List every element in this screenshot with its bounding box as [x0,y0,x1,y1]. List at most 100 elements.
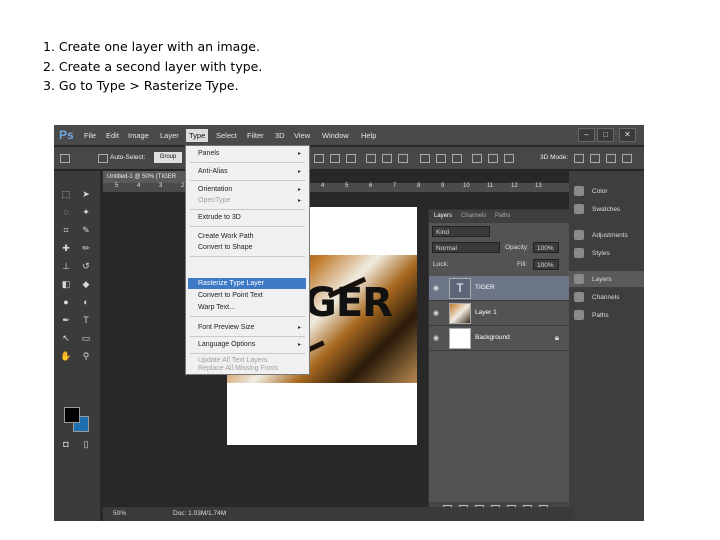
menu-item-anti-alias[interactable]: Anti-Alias [198,168,228,175]
move-tool-icon[interactable] [60,154,70,163]
visibility-eye-icon[interactable]: ◉ [433,309,439,317]
submenu-arrow-icon: ▸ [297,169,301,175]
menu-item-panels[interactable]: Panels [198,150,219,157]
magic-wand-icon[interactable]: ✦ [80,207,92,217]
align-left-icon[interactable] [366,154,376,163]
maximize-button[interactable]: □ [597,128,614,142]
menu-item-replace-missing-fonts[interactable]: Replace All Missing Fonts [198,365,278,372]
menu-item-rasterize-type-layer[interactable]: Rasterize Type Layer [198,280,264,287]
clone-stamp-icon[interactable]: ⊥ [60,261,72,271]
menu-item-warp-text[interactable]: Warp Text... [198,304,235,311]
dock-channels[interactable]: Channels [569,289,644,305]
distribute-center-icon[interactable] [488,154,498,163]
fill-input[interactable]: 100% [533,259,559,270]
layer-row-tiger[interactable]: ◉ T TIGER [429,276,569,301]
menu-filter[interactable]: Filter [247,131,264,140]
menu-image[interactable]: Image [128,131,149,140]
menu-item-language-options[interactable]: Language Options [198,341,255,348]
dock-layers[interactable]: Layers [569,271,644,287]
dock-color[interactable]: Color [569,183,644,199]
dock-label: Adjustments [592,232,628,239]
menu-item-convert-to-shape[interactable]: Convert to Shape [198,244,252,251]
move-tool-icon[interactable]: ➤ [80,189,92,199]
dodge-tool-icon[interactable]: ◐ [80,297,92,307]
layer-filter-select[interactable]: Kind [432,226,490,237]
align-middle-icon[interactable] [330,154,340,163]
document-tab[interactable]: Untitled-1 @ 50% (TIGER [103,171,187,183]
menu-item-opentype[interactable]: OpenType [198,197,230,204]
layer-row-background[interactable]: ◉ Background 🔒︎ [429,326,569,351]
quick-mask-icon[interactable]: ◘ [60,439,72,449]
dock-label: Paths [592,312,609,319]
marquee-tool-icon[interactable]: ⬚ [60,189,72,199]
eyedropper-icon[interactable]: ✎ [80,225,92,235]
visibility-eye-icon[interactable]: ◉ [433,334,439,342]
menu-file[interactable]: File [84,131,96,140]
blend-mode-select[interactable]: Normal [432,242,500,253]
crop-tool-icon[interactable]: ⌗ [60,225,72,235]
distribute-bottom-icon[interactable] [452,154,462,163]
submenu-arrow-icon: ▸ [297,325,301,331]
menu-divider [190,209,305,210]
brush-tool-icon[interactable]: ✏ [80,243,92,253]
pen-tool-icon[interactable]: ✒ [60,315,72,325]
tab-layers[interactable]: Layers [434,213,452,219]
type-tool-icon[interactable]: T [80,315,92,325]
ruler-tick: 5 [115,183,119,189]
menu-type[interactable]: Type [186,129,209,142]
align-center-icon[interactable] [382,154,392,163]
auto-select-checkbox[interactable] [98,154,108,163]
hand-tool-icon[interactable]: ✋ [60,351,72,361]
distribute-left-icon[interactable] [472,154,482,163]
close-button[interactable]: ✕ [619,128,636,142]
visibility-eye-icon[interactable]: ◉ [433,284,439,292]
menu-help[interactable]: Help [361,131,376,140]
eraser-icon[interactable]: ◧ [60,279,72,289]
dock-paths[interactable]: Paths [569,307,644,323]
healing-brush-icon[interactable]: ✚ [60,243,72,253]
menu-item-convert-to-point-text[interactable]: Convert to Point Text [198,292,263,299]
3d-drag-icon[interactable] [606,154,616,163]
dock-swatches[interactable]: Swatches [569,201,644,217]
screen-mode-icon[interactable]: ▯ [80,439,92,449]
paint-bucket-icon[interactable]: ◆ [80,279,92,289]
lasso-tool-icon[interactable]: ◌ [60,207,72,217]
distribute-top-icon[interactable] [420,154,430,163]
menu-select[interactable]: Select [216,131,237,140]
menu-item-orientation[interactable]: Orientation [198,186,232,193]
menu-item-font-preview-size[interactable]: Font Preview Size [198,324,254,331]
distribute-right-icon[interactable] [504,154,514,163]
dock-styles[interactable]: Styles [569,245,644,261]
3d-roll-icon[interactable] [590,154,600,163]
align-top-icon[interactable] [314,154,324,163]
history-brush-icon[interactable]: ↺ [80,261,92,271]
menu-item-create-work-path[interactable]: Create Work Path [198,233,254,240]
menu-layer[interactable]: Layer [160,131,179,140]
menu-edit[interactable]: Edit [106,131,119,140]
distribute-middle-icon[interactable] [436,154,446,163]
menu-item-extrude-3d[interactable]: Extrude to 3D [198,214,241,221]
tab-channels[interactable]: Channels [461,213,486,219]
opacity-input[interactable]: 100% [533,242,559,253]
group-select[interactable]: Group [154,152,182,163]
layer-row-layer-1[interactable]: ◉ Layer 1 [429,301,569,326]
zoom-level[interactable]: 50% [113,510,126,517]
3d-slide-icon[interactable] [622,154,632,163]
auto-select-label: Auto-Select: [110,154,146,161]
menu-item-update-all-text-layers[interactable]: Update All Text Layers [198,357,268,364]
dock-adjustments[interactable]: Adjustments [569,227,644,243]
path-select-icon[interactable]: ↖ [60,333,72,343]
tab-paths[interactable]: Paths [495,213,510,219]
blur-tool-icon[interactable]: ● [60,297,72,307]
zoom-tool-icon[interactable]: ⚲ [80,351,92,361]
shape-tool-icon[interactable]: ▭ [80,333,92,343]
menu-window[interactable]: Window [322,131,349,140]
minimize-button[interactable]: – [578,128,595,142]
foreground-color-swatch[interactable] [64,407,80,423]
align-right-icon[interactable] [398,154,408,163]
menu-view[interactable]: View [294,131,310,140]
menu-3d[interactable]: 3D [275,131,285,140]
menu-divider [190,353,305,354]
3d-rotate-icon[interactable] [574,154,584,163]
align-bottom-icon[interactable] [346,154,356,163]
